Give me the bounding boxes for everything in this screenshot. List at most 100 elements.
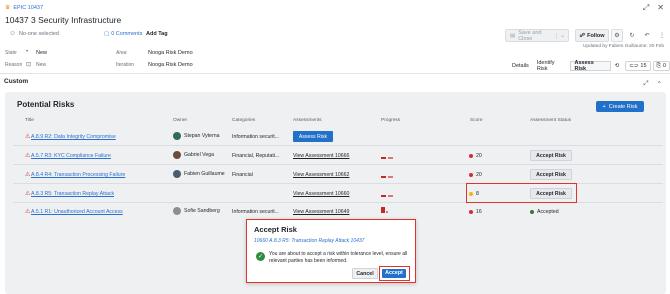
column-header-assessments[interactable]: Assessments	[293, 118, 322, 123]
score: 20	[469, 153, 482, 159]
accepted-dot	[530, 210, 534, 214]
view-assessment-link[interactable]: View Assessment 10666	[293, 153, 349, 159]
column-header-progress[interactable]: Progress	[381, 118, 400, 123]
window-controls: ⤢ ✕	[643, 3, 664, 13]
history-icon[interactable]: ⟲	[611, 61, 624, 71]
check-circle-icon: ✓	[256, 252, 265, 261]
avatar	[173, 132, 181, 140]
column-header-owner[interactable]: Owner	[173, 118, 187, 123]
epic-tag[interactable]: ♛ EPIC 10437	[5, 4, 44, 12]
risk-title-link[interactable]: A.5.7 R3: KYC Compliance Failure	[31, 153, 111, 159]
owner: Sofie Sandberg	[173, 207, 220, 215]
comments-link[interactable]: ▢ 0 Comments	[104, 31, 142, 37]
avatar	[173, 170, 181, 178]
issue-title[interactable]: 10437 3 Security Infrastructure	[5, 15, 121, 25]
links-count: 15	[640, 63, 647, 69]
score: 20	[469, 172, 482, 178]
accept-risk-button[interactable]: Accept Risk	[530, 169, 572, 180]
view-assessment-link[interactable]: View Assessment 10660	[293, 191, 349, 197]
iteration-value[interactable]: Nooga Risk Demo	[148, 62, 193, 68]
accept-button[interactable]: Accept	[382, 268, 406, 278]
column-header-status[interactable]: Assessment Status	[530, 118, 571, 123]
chevron-down-icon[interactable]: ⌄	[556, 32, 568, 39]
accept-risk-button[interactable]: Accept Risk	[530, 150, 572, 161]
user-icon: ⚇	[10, 31, 15, 37]
risk-flag-icon: ⚠	[25, 134, 31, 140]
work-item-header: ♛ EPIC 10437 10437 3 Security Infrastruc…	[0, 0, 670, 30]
more-options-icon[interactable]: ⋮	[656, 29, 668, 42]
tab-attachments[interactable]: ⎘ 0	[652, 61, 670, 71]
risk-title-link[interactable]: A.8.9 R2: Data Integrity Compromise	[31, 134, 116, 140]
undo-icon[interactable]: ↶	[641, 29, 653, 42]
reason-label: Reason	[5, 62, 23, 68]
progress-bar-remainder	[386, 211, 388, 213]
column-header-title[interactable]: Title	[25, 118, 34, 123]
view-assessment-link[interactable]: View Assessment 10649	[293, 209, 349, 215]
owner: Fabien Guillaume	[173, 170, 225, 178]
save-and-close-button[interactable]: ▤ Save and Close ⌄	[505, 29, 569, 42]
dialog-message: You are about to accept a risk within to…	[269, 251, 408, 264]
table-row: ⚠ A.8.9 R2: Data Integrity Compromise St…	[13, 128, 663, 146]
assess-risk-button[interactable]: Assess Risk	[293, 131, 333, 142]
progress-bar	[381, 176, 393, 178]
score-value: 16	[476, 209, 482, 215]
create-risk-button[interactable]: + Create Risk	[596, 101, 644, 112]
attachments-count: 0	[662, 63, 666, 69]
assignee-picker[interactable]: ⚇ No-one selected	[10, 31, 59, 37]
tab-details[interactable]: Details	[508, 61, 533, 71]
iteration-label: Iteration	[116, 62, 135, 68]
tab-assess-risk[interactable]: Assess Risk	[570, 60, 611, 72]
epic-label: EPIC 10437	[13, 4, 44, 11]
column-header-categories[interactable]: Categories	[232, 118, 255, 123]
tab-bar: Details Identify Risk Assess Risk ⟲ ⊂⊃ 1…	[508, 60, 670, 72]
score-dot	[469, 154, 473, 158]
risk-title-link[interactable]: A.5.1 R1: Unauthorized Account Access	[31, 209, 123, 215]
progress-bar	[381, 195, 393, 197]
reason-value[interactable]: New	[36, 62, 46, 68]
categories: Information securit...	[232, 134, 279, 140]
state-label: State	[5, 50, 17, 56]
expand-icon[interactable]: ⤢	[643, 3, 649, 13]
score-dot	[469, 173, 473, 177]
table-row: ⚠ A.5.7 R3: KYC Compliance Failure Gabri…	[13, 147, 663, 165]
dialog-title: Accept Risk	[254, 225, 297, 234]
dialog-risk-link[interactable]: 10660 A.8.3 R5: Transaction Replay Attac…	[254, 238, 364, 244]
risk-title-link[interactable]: A.8.3 R5: Transaction Replay Attack	[31, 191, 114, 197]
divider	[0, 73, 670, 74]
score: 16	[469, 209, 482, 215]
updated-by-text: Updated by Fabien Guillaume: 20 Feb	[582, 44, 664, 49]
accepted-status: Accepted	[530, 209, 559, 215]
follow-button[interactable]: ☍ Follow	[575, 29, 609, 42]
expand-icon[interactable]: ⤢	[643, 80, 648, 88]
tab-identify-risk[interactable]: Identify Risk	[533, 60, 571, 72]
table-header: Title Owner Categories Assessments Progr…	[0, 117, 670, 125]
state-value[interactable]: New	[36, 50, 47, 56]
risk-flag-icon: ⚠	[25, 191, 31, 197]
tab-links[interactable]: ⊂⊃ 15	[625, 61, 651, 71]
close-icon[interactable]: ✕	[657, 3, 664, 13]
toolbar-row: ⚇ No-one selected ▢ 0 Comments Add Tag ▤…	[0, 29, 670, 49]
categories: Information securit...	[232, 209, 279, 215]
add-tag-button[interactable]: Add Tag	[146, 31, 168, 37]
assignee-label: No-one selected	[18, 31, 59, 37]
chevron-up-icon[interactable]: ⌃	[657, 80, 662, 88]
owner: Gabriel Vega	[173, 151, 214, 159]
owner-name: Fabien Guillaume	[184, 171, 225, 177]
accepted-label: Accepted	[537, 209, 559, 215]
column-header-score[interactable]: Score	[470, 118, 483, 123]
table-row: ⚠ A.8.4 R4: Transaction Processing Failu…	[13, 166, 663, 184]
follow-icon: ☍	[579, 32, 586, 39]
categories: Financial	[232, 172, 253, 178]
risk-title-link[interactable]: A.8.4 R4: Transaction Processing Failure	[31, 172, 125, 178]
area-value[interactable]: Nooga Risk Demo	[148, 50, 193, 56]
cancel-button[interactable]: Cancel	[352, 268, 378, 279]
accept-risk-dialog: Accept Risk 10660 A.8.3 R5: Transaction …	[246, 219, 416, 283]
risk-flag-icon: ⚠	[25, 153, 31, 159]
score-value: 20	[476, 172, 482, 178]
refresh-icon[interactable]: ↻	[626, 29, 638, 42]
view-assessment-link[interactable]: View Assessment 10662	[293, 172, 349, 178]
lock-icon: ⊡	[26, 62, 32, 68]
owner-name: Stepan Vyterna	[184, 133, 220, 139]
settings-icon[interactable]: ⚙	[611, 29, 623, 42]
owner-name: Sofie Sandberg	[184, 208, 220, 214]
